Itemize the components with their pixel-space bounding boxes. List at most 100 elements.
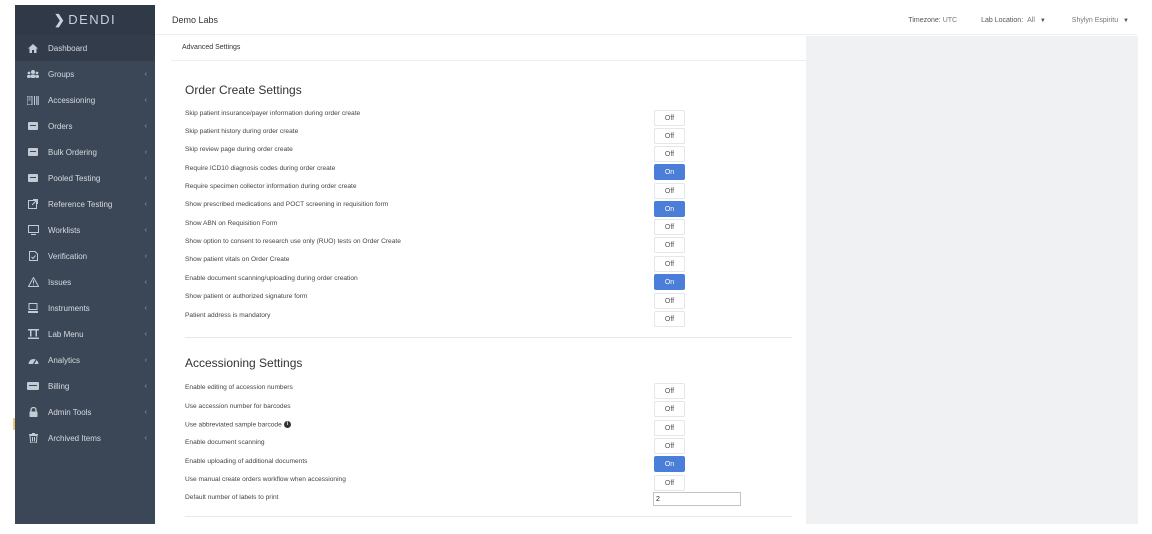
sidebar-item-issues[interactable]: Issues ‹: [15, 269, 155, 295]
setting-toggle[interactable]: Off: [654, 237, 685, 253]
sidebar-item-orders[interactable]: Orders ‹: [15, 113, 155, 139]
setting-toggle[interactable]: Off: [654, 383, 685, 399]
lab-menu-icon: [26, 329, 40, 339]
sidebar-item-label: Instruments: [48, 303, 90, 313]
pooled-testing-icon: [26, 173, 40, 183]
setting-toggle[interactable]: Off: [654, 183, 685, 199]
orders-icon: [26, 121, 40, 131]
chevron-left-icon: ‹: [144, 304, 147, 312]
sidebar-item-label: Groups: [48, 69, 75, 79]
sidebar-item-billing[interactable]: Billing ‹: [15, 373, 155, 399]
sidebar-item-reference-testing[interactable]: Reference Testing ‹: [15, 191, 155, 217]
sidebar-item-label: Accessioning: [48, 95, 96, 105]
setting-label: Require ICD10 diagnosis codes during ord…: [185, 165, 336, 172]
chevron-left-icon: ‹: [144, 226, 147, 234]
sidebar-item-label: Pooled Testing: [48, 173, 101, 183]
sidebar-item-lab-menu[interactable]: Lab Menu ‹: [15, 321, 155, 347]
sidebar-item-label: Reference Testing: [48, 199, 113, 209]
sidebar-item-archived-items[interactable]: Archived Items ‹: [15, 425, 155, 451]
sidebar-item-verification[interactable]: Verification ‹: [15, 243, 155, 269]
caret-down-icon: ▼: [1123, 17, 1129, 24]
setting-label: Show ABN on Requisition Form: [185, 220, 278, 227]
brand-logo[interactable]: ❯ DENDI: [15, 5, 155, 35]
labels-to-print-input[interactable]: [653, 492, 741, 506]
setting-toggle[interactable]: On: [654, 164, 685, 180]
sidebar-item-dashboard[interactable]: Dashboard: [15, 35, 155, 61]
setting-label: Enable document scanning/uploading durin…: [185, 275, 358, 282]
info-icon[interactable]: i: [283, 421, 291, 428]
setting-toggle[interactable]: On: [654, 201, 685, 217]
setting-toggle[interactable]: Off: [654, 475, 685, 491]
sidebar-item-accessioning[interactable]: Accessioning ‹: [15, 87, 155, 113]
sidebar-nav: Dashboard Groups ‹ Accessioning ‹ Orders…: [15, 35, 155, 451]
external-link-icon: [26, 199, 40, 209]
setting-toggle[interactable]: Off: [654, 401, 685, 417]
chevron-left-icon: ‹: [144, 174, 147, 182]
setting-label: Use accession number for barcodes: [185, 403, 291, 410]
sidebar-item-bulk-ordering[interactable]: Bulk Ordering ‹: [15, 139, 155, 165]
chevron-left-icon: ‹: [144, 434, 147, 442]
setting-toggle[interactable]: On: [654, 274, 685, 290]
setting-label: Skip patient insurance/payer information…: [185, 110, 361, 117]
sidebar-item-worklists[interactable]: Worklists ‹: [15, 217, 155, 243]
sidebar-item-admin-tools[interactable]: Admin Tools ‹: [15, 399, 155, 425]
divider: [171, 60, 806, 61]
instrument-icon: [26, 303, 40, 313]
setting-label: Use manual create orders workflow when a…: [185, 476, 346, 483]
sidebar-item-analytics[interactable]: Analytics ‹: [15, 347, 155, 373]
monitor-icon: [26, 225, 40, 235]
setting-toggle[interactable]: On: [654, 456, 685, 472]
setting-toggle[interactable]: Off: [654, 110, 685, 126]
sidebar: ❯ DENDI Dashboard Groups ‹ Accessioning ‹…: [15, 5, 155, 524]
home-icon: [26, 43, 40, 53]
bulk-ordering-icon: [26, 147, 40, 157]
sidebar-item-instruments[interactable]: Instruments ‹: [15, 295, 155, 321]
chevron-left-icon: ‹: [144, 122, 147, 130]
chevron-left-icon: ‹: [144, 382, 147, 390]
logo-chevron-icon: ❯: [53, 12, 67, 27]
document-check-icon: [26, 251, 40, 261]
setting-toggle[interactable]: Off: [654, 128, 685, 144]
setting-toggle[interactable]: Off: [654, 420, 685, 436]
sidebar-item-label: Bulk Ordering: [48, 147, 97, 157]
sidebar-item-label: Archived Items: [48, 433, 101, 443]
breadcrumb: Advanced Settings: [182, 44, 241, 51]
user-menu[interactable]: Shylyn Espiritu ▼: [1070, 17, 1129, 24]
billing-icon: [26, 381, 40, 391]
lock-icon: [26, 407, 40, 417]
chevron-left-icon: ‹: [144, 96, 147, 104]
labels-to-print-label: Default number of labels to print: [185, 494, 279, 501]
caret-down-icon: ▼: [1039, 17, 1046, 24]
lab-location-value: All: [1027, 16, 1035, 24]
chevron-left-icon: ‹: [144, 408, 147, 416]
setting-label: Enable uploading of additional documents: [185, 458, 308, 465]
settings-panel: Advanced Settings Order Create Settings …: [171, 36, 806, 524]
setting-toggle[interactable]: Off: [654, 311, 685, 327]
sidebar-item-label: Issues: [48, 277, 72, 287]
chevron-left-icon: ‹: [144, 70, 147, 78]
sidebar-item-pooled-testing[interactable]: Pooled Testing ‹: [15, 165, 155, 191]
section-divider: [185, 516, 792, 517]
setting-toggle[interactable]: Off: [654, 293, 685, 309]
top-bar: Demo Labs Timezone: UTC Lab Location: Al…: [155, 5, 1137, 35]
setting-label: Enable document scanning: [185, 439, 265, 446]
sidebar-item-groups[interactable]: Groups ‹: [15, 61, 155, 87]
setting-label: Show option to consent to research use o…: [185, 238, 401, 245]
setting-toggle[interactable]: Off: [654, 438, 685, 454]
chevron-left-icon: ‹: [144, 278, 147, 286]
sidebar-item-label: Analytics: [48, 355, 81, 365]
chevron-left-icon: ‹: [144, 200, 147, 208]
brand-name: DENDI: [68, 12, 117, 27]
dashboard-gauge-icon: [26, 355, 40, 365]
accessioning-icon: [26, 95, 40, 105]
setting-label: Show prescribed medications and POCT scr…: [185, 201, 389, 208]
user-name: Shylyn Espiritu: [1071, 16, 1119, 24]
setting-toggle[interactable]: Off: [654, 146, 685, 162]
lab-location-selector[interactable]: Lab Location: All ▼: [981, 17, 1046, 24]
setting-label: Enable editing of accession numbers: [185, 384, 293, 391]
sidebar-item-label: Worklists: [48, 225, 81, 235]
right-gutter: [806, 36, 1138, 524]
setting-toggle[interactable]: Off: [654, 256, 685, 272]
setting-label: Require specimen collector information d…: [185, 183, 357, 190]
setting-toggle[interactable]: Off: [654, 219, 685, 235]
